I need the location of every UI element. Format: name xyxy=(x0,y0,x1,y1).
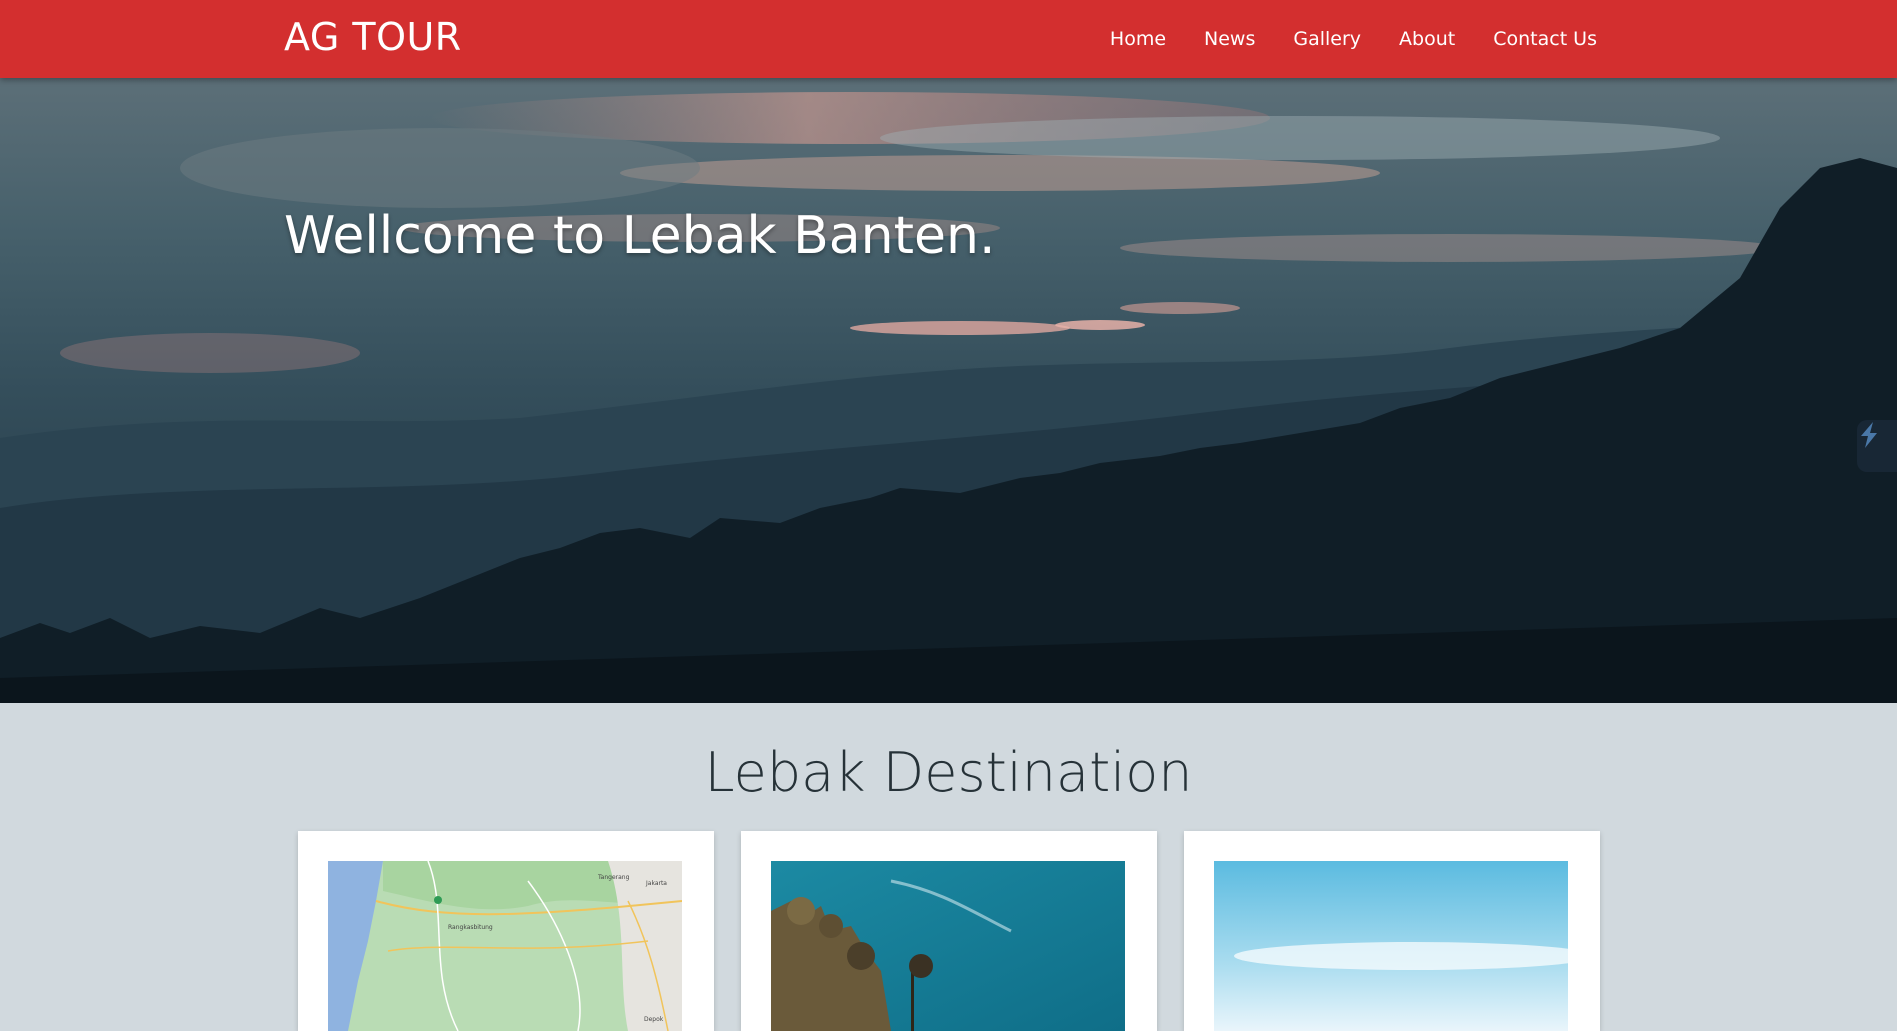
navbar: AG TOUR Home News Gallery About Contact … xyxy=(0,0,1897,78)
nav-link-contact[interactable]: Contact Us xyxy=(1493,28,1597,50)
nav-link-news[interactable]: News xyxy=(1204,28,1255,50)
side-extension-tab[interactable] xyxy=(1857,420,1897,472)
destination-card[interactable]: Tangerang Jakarta Rangkasbitung Depok xyxy=(298,831,714,1031)
destination-card[interactable] xyxy=(741,831,1157,1031)
nav-link-home[interactable]: Home xyxy=(1110,28,1166,50)
map-label-jakarta: Jakarta xyxy=(645,880,667,887)
map-label-depok: Depok xyxy=(644,1016,664,1023)
destination-card[interactable] xyxy=(1184,831,1600,1031)
map-label-rangkasbitung: Rangkasbitung xyxy=(448,924,493,931)
nav-menu: Home News Gallery About Contact Us xyxy=(1110,0,1597,78)
map-label-tangerang: Tangerang xyxy=(597,874,630,881)
nav-link-gallery[interactable]: Gallery xyxy=(1293,28,1361,50)
section-title: Lebak Destination xyxy=(704,741,1193,804)
extension-bolt-icon xyxy=(1861,422,1877,448)
destinations-section: Lebak Destination Tangerang Jakarta Rang… xyxy=(0,703,1897,1031)
destination-map-image: Tangerang Jakarta Rangkasbitung Depok xyxy=(328,861,682,1031)
hero-background-image xyxy=(0,78,1897,703)
nav-link-about[interactable]: About xyxy=(1399,28,1455,50)
hero-title: Wellcome to Lebak Banten. xyxy=(284,206,996,266)
destination-photo-sky xyxy=(1214,861,1568,1031)
brand-logo[interactable]: AG TOUR xyxy=(284,15,462,59)
hero-banner: Wellcome to Lebak Banten. xyxy=(0,78,1897,703)
destination-photo-forest xyxy=(771,861,1125,1031)
